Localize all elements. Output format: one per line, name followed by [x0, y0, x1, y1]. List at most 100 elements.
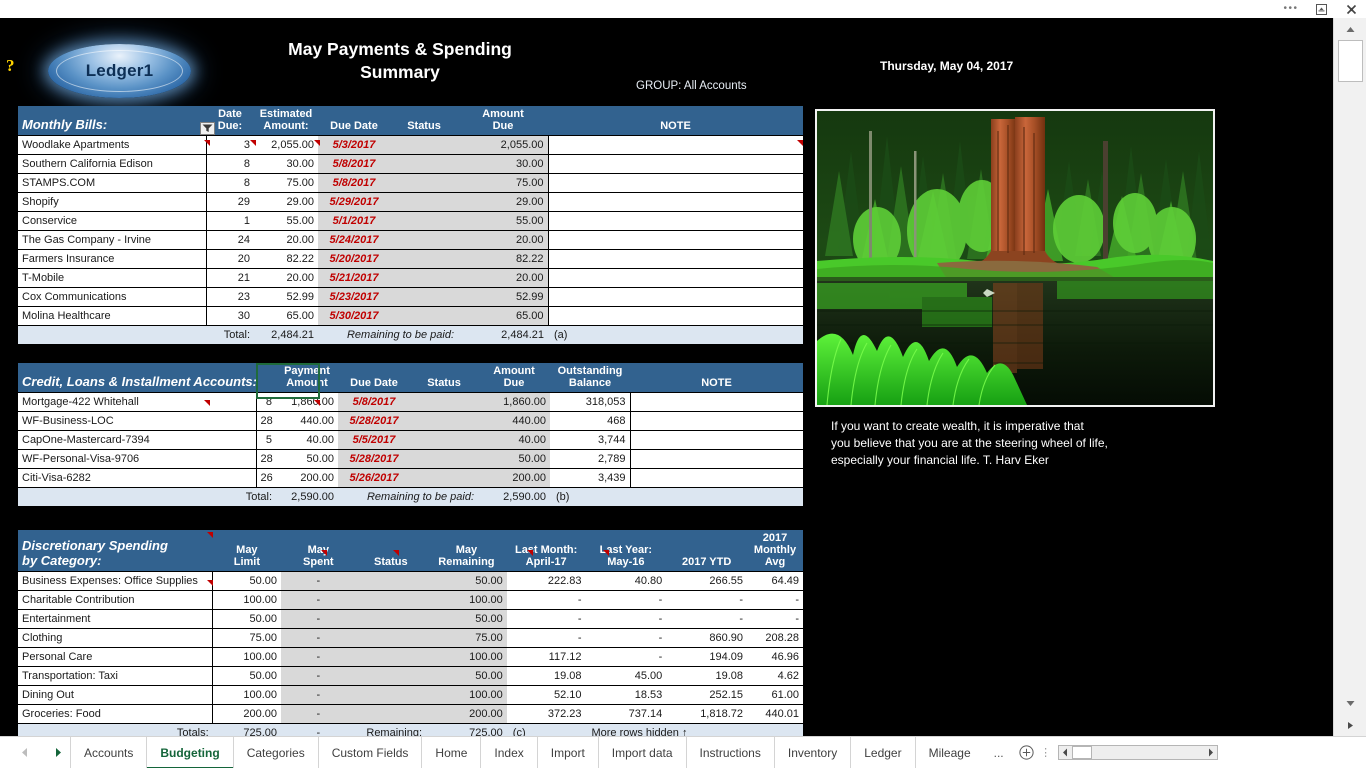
- bill-status[interactable]: [390, 173, 458, 193]
- category-name[interactable]: Entertainment: [18, 609, 214, 629]
- category-monthly-avg[interactable]: 61.00: [747, 685, 803, 705]
- category-may-spent[interactable]: -: [281, 666, 356, 686]
- bill-name[interactable]: The Gas Company - Irvine: [18, 230, 207, 250]
- category-last-year[interactable]: -: [585, 609, 667, 629]
- credit-status[interactable]: [410, 449, 478, 469]
- sheet-tab-index[interactable]: Index: [480, 736, 536, 768]
- category-may-remaining[interactable]: 100.00: [426, 647, 507, 667]
- col-estimated-amount[interactable]: Estimated Amount:: [254, 106, 318, 136]
- category-last-year[interactable]: -: [585, 590, 667, 610]
- bill-status[interactable]: [390, 249, 458, 269]
- sheet-tab-accounts[interactable]: Accounts: [70, 736, 146, 768]
- bill-name[interactable]: Shopify: [18, 192, 207, 212]
- credit-date-due[interactable]: 5: [256, 430, 276, 450]
- col-credit-note[interactable]: NOTE: [630, 363, 803, 393]
- category-may-spent[interactable]: -: [281, 609, 356, 629]
- category-monthly-avg[interactable]: 208.28: [747, 628, 803, 648]
- category-status[interactable]: [355, 685, 427, 705]
- category-last-month[interactable]: -: [506, 628, 586, 648]
- help-question-icon[interactable]: ?: [6, 56, 15, 76]
- category-may-limit[interactable]: 100.00: [212, 590, 282, 610]
- sheet-tab-custom-fields[interactable]: Custom Fields: [317, 736, 422, 768]
- category-last-month[interactable]: 117.12: [506, 647, 586, 667]
- horizontal-scroll-thumb[interactable]: [1071, 746, 1092, 759]
- category-last-month[interactable]: -: [506, 609, 586, 629]
- bill-status[interactable]: [390, 268, 458, 288]
- category-may-limit[interactable]: 200.00: [212, 704, 282, 724]
- category-status[interactable]: [355, 647, 427, 667]
- col-amount-due[interactable]: Amount Due: [458, 106, 548, 136]
- sheet-tab-instructions[interactable]: Instructions: [685, 736, 774, 768]
- category-may-remaining[interactable]: 50.00: [426, 666, 507, 686]
- close-window-icon[interactable]: [1336, 0, 1366, 18]
- add-sheet-icon[interactable]: [1014, 745, 1040, 760]
- bill-amount-due[interactable]: 82.22: [458, 249, 548, 269]
- table-row[interactable]: Entertainment 50.00-50.00- - - -: [18, 609, 803, 629]
- table-row[interactable]: Charitable Contribution 100.00-100.00- - - -: [18, 590, 803, 610]
- bill-status[interactable]: [390, 211, 458, 231]
- category-monthly-avg[interactable]: -: [747, 590, 803, 610]
- sheet-tab-ledger[interactable]: Ledger: [850, 736, 914, 768]
- next-sheet-icon[interactable]: [52, 746, 64, 760]
- credit-payment-amount[interactable]: 50.00: [276, 449, 338, 469]
- category-last-year[interactable]: 40.80: [585, 571, 667, 591]
- col-status[interactable]: Status: [390, 106, 458, 136]
- credit-outstanding-balance[interactable]: 3,439: [550, 468, 630, 488]
- bill-note[interactable]: [547, 268, 803, 288]
- bill-status[interactable]: [390, 306, 458, 326]
- category-may-limit[interactable]: 50.00: [212, 609, 282, 629]
- bill-name[interactable]: T-Mobile: [18, 268, 207, 288]
- credit-outstanding-balance[interactable]: 468: [550, 411, 630, 431]
- sheet-tab-mileage[interactable]: Mileage: [914, 736, 984, 768]
- category-last-month[interactable]: 19.08: [506, 666, 586, 686]
- credit-note[interactable]: [629, 430, 803, 450]
- credit-status[interactable]: [410, 468, 478, 488]
- bill-estimated-amount[interactable]: 82.22: [254, 249, 318, 269]
- category-may-spent[interactable]: -: [281, 571, 356, 591]
- bill-status[interactable]: [390, 287, 458, 307]
- credit-account-name[interactable]: Mortgage-422 Whitehall: [18, 392, 257, 412]
- bill-note[interactable]: [547, 249, 803, 269]
- bill-due-date[interactable]: 5/8/2017: [318, 154, 390, 174]
- col-due-date[interactable]: Due Date: [318, 106, 390, 136]
- category-last-year[interactable]: -: [585, 647, 667, 667]
- table-row[interactable]: T-Mobile 21 20.00 5/21/2017 20.00: [18, 268, 803, 288]
- category-name[interactable]: Charitable Contribution: [18, 590, 214, 610]
- table-row[interactable]: Southern California Edison 8 30.00 5/8/2017…: [18, 154, 803, 174]
- bill-estimated-amount[interactable]: 2,055.00: [254, 135, 318, 155]
- more-sheets-button[interactable]: ...: [984, 746, 1014, 760]
- category-name[interactable]: Clothing: [18, 628, 214, 648]
- bill-due-date[interactable]: 5/29/2017: [318, 192, 390, 212]
- category-ytd[interactable]: 194.09: [666, 647, 748, 667]
- bill-date-due[interactable]: 1: [206, 211, 254, 231]
- credit-amount-due[interactable]: 40.00: [478, 430, 550, 450]
- scroll-corner-icon[interactable]: [1334, 714, 1366, 736]
- credit-amount-due[interactable]: 440.00: [478, 411, 550, 431]
- credit-date-due[interactable]: 28: [256, 411, 276, 431]
- bill-amount-due[interactable]: 55.00: [458, 211, 548, 231]
- bill-due-date[interactable]: 5/20/2017: [318, 249, 390, 269]
- bill-status[interactable]: [390, 230, 458, 250]
- table-row[interactable]: WF-Business-LOC 28 440.00 5/28/2017 440.00 46…: [18, 411, 803, 431]
- bill-status[interactable]: [390, 192, 458, 212]
- credit-date-due[interactable]: 8: [256, 392, 276, 412]
- category-ytd[interactable]: 266.55: [666, 571, 748, 591]
- col-credit-status[interactable]: Status: [410, 363, 478, 393]
- table-row[interactable]: Groceries: Food 200.00-200.00 372.23 737.14…: [18, 704, 803, 724]
- bill-note[interactable]: [547, 173, 803, 193]
- vertical-scrollbar[interactable]: [1333, 18, 1366, 736]
- category-status[interactable]: [355, 666, 427, 686]
- category-ytd[interactable]: 252.15: [666, 685, 748, 705]
- bill-estimated-amount[interactable]: 29.00: [254, 192, 318, 212]
- bill-due-date[interactable]: 5/1/2017: [318, 211, 390, 231]
- bill-estimated-amount[interactable]: 30.00: [254, 154, 318, 174]
- category-status[interactable]: [355, 609, 427, 629]
- bill-estimated-amount[interactable]: 20.00: [254, 268, 318, 288]
- credit-payment-amount[interactable]: 1,860.00: [276, 392, 338, 412]
- table-row[interactable]: Cox Communications 23 52.99 5/23/2017 52.99: [18, 287, 803, 307]
- more-options-icon[interactable]: •••: [1276, 0, 1306, 18]
- bill-note[interactable]: [547, 154, 803, 174]
- table-row[interactable]: Woodlake Apartments 3 2,055.00 5/3/2017 2,05…: [18, 135, 803, 155]
- hscroll-left-icon[interactable]: [1059, 746, 1072, 759]
- category-monthly-avg[interactable]: 4.62: [747, 666, 803, 686]
